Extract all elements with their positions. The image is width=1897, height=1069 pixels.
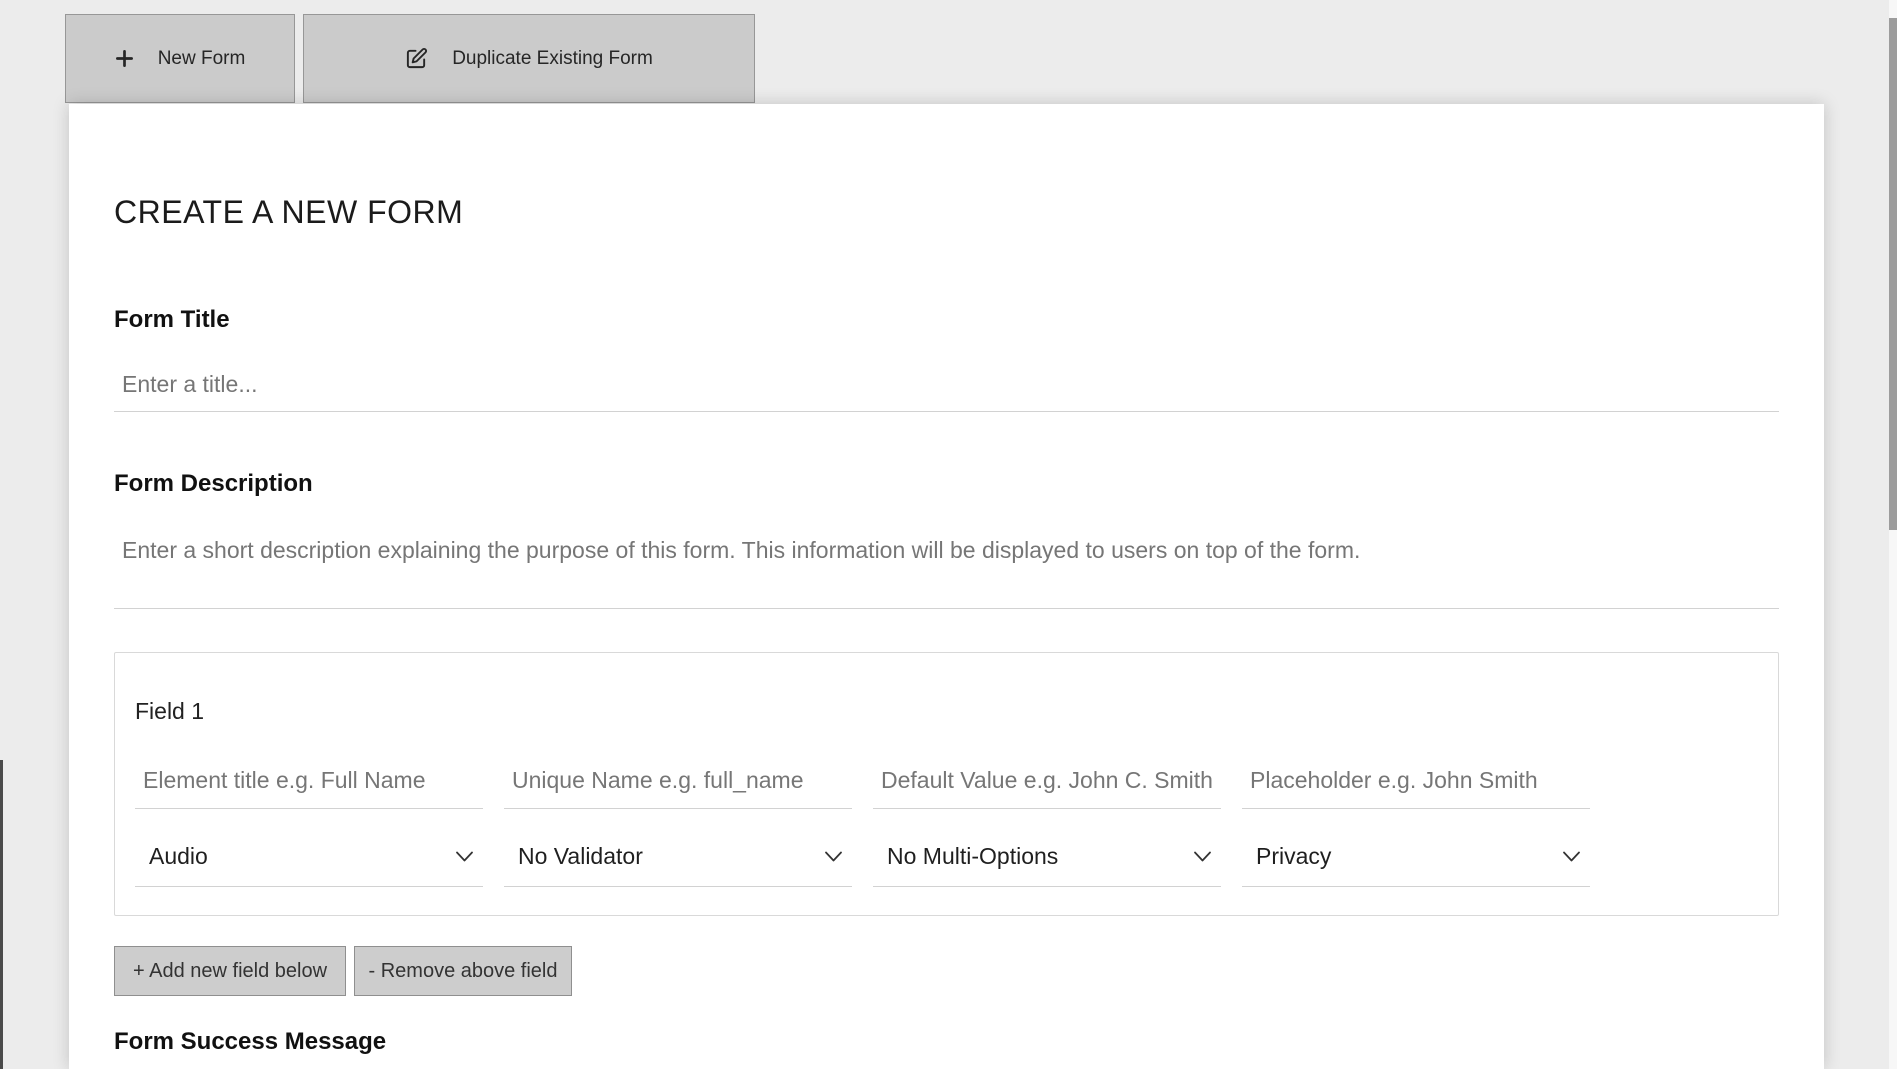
edit-icon: [405, 47, 428, 70]
privacy-select-value: Privacy: [1256, 843, 1331, 870]
validator-select-value: No Validator: [518, 843, 643, 870]
chevron-down-icon: [1194, 851, 1211, 862]
validator-select[interactable]: No Validator: [504, 843, 852, 887]
chevron-down-icon: [1563, 851, 1580, 862]
field-actions: + Add new field below - Remove above fie…: [114, 946, 1779, 996]
multi-options-select[interactable]: No Multi-Options: [873, 843, 1221, 887]
form-description-label: Form Description: [114, 469, 1779, 498]
field-title: Field 1: [135, 698, 1758, 724]
vertical-scrollbar-track[interactable]: [1889, 0, 1897, 1069]
form-description-input[interactable]: [114, 533, 1779, 609]
chevron-down-icon: [825, 851, 842, 862]
page-title: CREATE A NEW FORM: [114, 193, 1779, 231]
placeholder-input[interactable]: [1242, 766, 1590, 809]
chevron-down-icon: [456, 851, 473, 862]
field-selects-row: Audio No Validator No Multi-Options Priv…: [135, 843, 1758, 887]
form-title-input[interactable]: [114, 369, 1779, 412]
tab-new-form-label: New Form: [158, 48, 246, 70]
field-inputs-row: [135, 766, 1758, 809]
vertical-scrollbar-thumb[interactable]: [1889, 18, 1897, 530]
add-field-button[interactable]: + Add new field below: [114, 946, 346, 996]
default-value-input[interactable]: [873, 766, 1221, 809]
form-title-label: Form Title: [114, 305, 1779, 334]
multi-options-select-value: No Multi-Options: [887, 843, 1058, 870]
plus-icon: [115, 49, 134, 68]
field-type-select-value: Audio: [149, 843, 208, 870]
field-box: Field 1 Audio No Validator No Multi-Opti…: [114, 652, 1779, 916]
tab-duplicate-label: Duplicate Existing Form: [452, 48, 653, 70]
remove-field-button[interactable]: - Remove above field: [354, 946, 572, 996]
form-success-message-label: Form Success Message: [114, 1027, 1779, 1056]
tab-new-form[interactable]: New Form: [65, 14, 295, 103]
form-mode-tabs: New Form Duplicate Existing Form: [65, 14, 755, 103]
field-type-select[interactable]: Audio: [135, 843, 483, 887]
unique-name-input[interactable]: [504, 766, 852, 809]
element-title-input[interactable]: [135, 766, 483, 809]
create-form-card: CREATE A NEW FORM Form Title Form Descri…: [69, 104, 1824, 1069]
tab-duplicate-existing-form[interactable]: Duplicate Existing Form: [303, 14, 755, 103]
window-left-edge: [0, 760, 3, 1069]
privacy-select[interactable]: Privacy: [1242, 843, 1590, 887]
